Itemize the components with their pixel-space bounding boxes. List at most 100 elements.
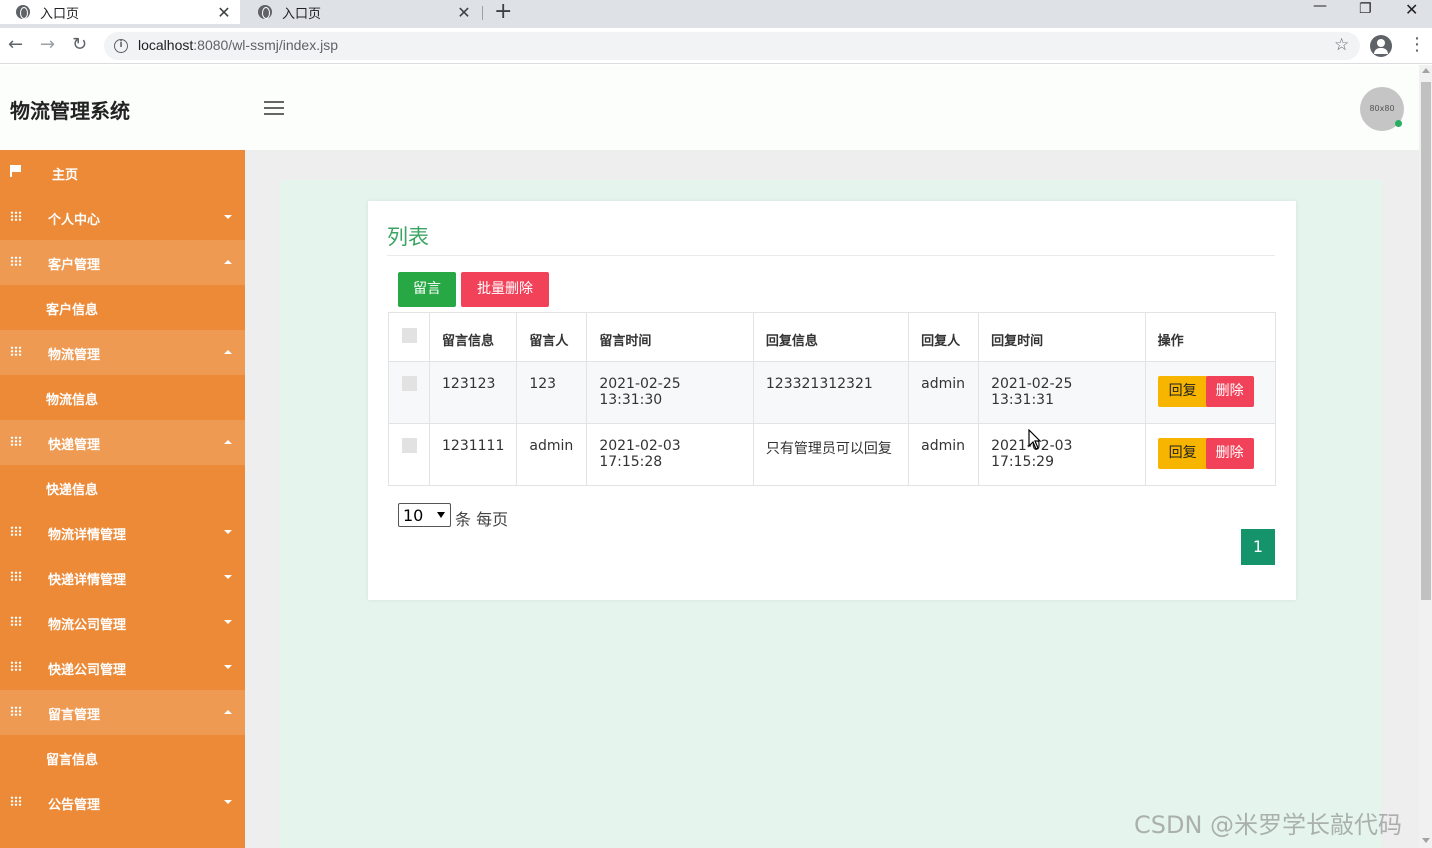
delete-button[interactable]: 删除 <box>1205 376 1254 407</box>
tab-title: 入口页 <box>40 6 80 22</box>
pagination-page-1[interactable]: 1 <box>1241 529 1275 565</box>
sidebar-item-announcements[interactable]: 公告管理 <box>0 780 245 825</box>
caret-up-icon <box>224 440 232 444</box>
online-status-dot <box>1395 120 1402 127</box>
browser-tab-active[interactable]: 入口页 ✕ <box>0 0 240 24</box>
cell-reply: 123321312321 <box>752 361 910 424</box>
batch-delete-button[interactable]: 批量删除 <box>461 272 549 307</box>
column-header: 操作 <box>1144 312 1277 362</box>
info-icon[interactable]: i <box>114 39 128 53</box>
sidebar-item-express[interactable]: 快递管理 <box>0 420 245 465</box>
page-size-value: 10 <box>403 506 424 525</box>
sidebar-subitem-message-info[interactable]: 留言信息 <box>0 735 245 780</box>
sidebar-item-label: 公告管理 <box>48 798 101 813</box>
close-window-icon[interactable]: ✕ <box>1405 0 1418 20</box>
sidebar-subitem-customer-info[interactable]: 客户信息 <box>0 285 245 330</box>
scrollbar-thumb[interactable] <box>1421 82 1431 600</box>
select-all-checkbox[interactable] <box>402 328 417 343</box>
column-header: 回复信息 <box>752 312 910 362</box>
sidebar-subitem-label: 快递信息 <box>46 483 99 498</box>
forward-icon[interactable]: → <box>40 34 55 56</box>
sidebar-item-logistics[interactable]: 物流管理 <box>0 330 245 375</box>
sidebar-subitem-label: 物流信息 <box>46 393 99 408</box>
cell-reply-time: 2021-02-25 13:31:31 <box>978 361 1146 424</box>
reply-button[interactable]: 回复 <box>1157 438 1208 469</box>
sidebar-subitem-logistics-info[interactable]: 物流信息 <box>0 375 245 420</box>
sidebar-subitem-express-info[interactable]: 快递信息 <box>0 465 245 510</box>
sidebar-item-label: 个人中心 <box>48 213 101 228</box>
sidebar-item-profile[interactable]: 个人中心 <box>0 195 245 240</box>
table-header-row: 留言信息 留言人 留言时间 回复信息 回复人 回复时间 操作 <box>388 312 1277 362</box>
sidebar-item-label: 主页 <box>52 168 79 183</box>
caret-up-icon <box>224 260 232 264</box>
watermark: CSDN @米罗学长敲代码 <box>1134 811 1403 839</box>
tab-close-icon[interactable]: ✕ <box>214 3 234 22</box>
sidebar-item-express-companies[interactable]: 快递公司管理 <box>0 645 245 690</box>
bookmark-star-icon[interactable]: ☆ <box>1334 35 1349 55</box>
column-header: 回复人 <box>908 312 980 362</box>
minimize-icon[interactable]: — <box>1313 0 1327 18</box>
row-checkbox[interactable] <box>402 438 417 453</box>
page-title: 列表 <box>387 225 429 249</box>
restore-icon[interactable]: ❐ <box>1359 1 1372 21</box>
sidebar-item-express-details[interactable]: 快递详情管理 <box>0 555 245 600</box>
list-card: 列表 留言 批量删除 留言信息 留言人 留言时间 回复信息 回复人 回复时间 操… <box>368 201 1296 600</box>
profile-icon[interactable] <box>1370 35 1392 57</box>
reload-icon[interactable]: ↻ <box>72 34 87 56</box>
sidebar-item-home[interactable]: 主页 <box>0 150 245 195</box>
cell-message: 123123 <box>428 361 518 424</box>
sidebar: 主页 个人中心 客户管理 客户信息 物流管理 物流信息 快递管理 快递信息 物流… <box>0 150 245 848</box>
sidebar-item-logistics-companies[interactable]: 物流公司管理 <box>0 600 245 645</box>
new-tab-icon[interactable]: + <box>494 1 512 23</box>
select-all-cell <box>388 312 430 362</box>
sidebar-item-messages[interactable]: 留言管理 <box>0 690 245 735</box>
reply-button[interactable]: 回复 <box>1157 376 1208 407</box>
browser-tab-inactive[interactable]: 入口页 ✕ <box>242 0 480 24</box>
sidebar-item-label: 客户管理 <box>48 258 101 273</box>
chevron-down-icon <box>437 512 445 518</box>
grid-icon <box>10 256 22 266</box>
url-text: localhost:8080/wl-ssmj/index.jsp <box>138 37 338 53</box>
caret-down-icon <box>224 530 232 534</box>
sidebar-item-label: 留言管理 <box>48 708 101 723</box>
sidebar-item-logistics-details[interactable]: 物流详情管理 <box>0 510 245 555</box>
cell-replier: admin <box>908 423 980 486</box>
sidebar-subitem-label: 客户信息 <box>46 303 99 318</box>
column-header: 留言人 <box>516 312 588 362</box>
sidebar-item-label: 物流管理 <box>48 348 101 363</box>
row-checkbox[interactable] <box>402 376 417 391</box>
app-title: 物流管理系统 <box>10 99 130 123</box>
scroll-down-arrow-icon[interactable] <box>1422 838 1430 843</box>
caret-down-icon <box>224 665 232 669</box>
url-input[interactable]: i localhost:8080/wl-ssmj/index.jsp ☆ <box>104 32 1360 60</box>
add-message-button[interactable]: 留言 <box>398 272 456 307</box>
cell-actions: 回复 删除 <box>1144 361 1277 424</box>
delete-button[interactable]: 删除 <box>1205 438 1254 469</box>
scroll-up-arrow-icon[interactable] <box>1422 68 1430 73</box>
cell-time: 2021-02-25 13:31:30 <box>586 361 754 424</box>
column-header: 回复时间 <box>978 312 1146 362</box>
sidebar-item-customers[interactable]: 客户管理 <box>0 240 245 285</box>
table-row: 1231111 admin 2021-02-03 17:15:28 只有管理员可… <box>388 423 1277 486</box>
tab-separator <box>482 6 483 20</box>
hamburger-menu-icon[interactable] <box>264 101 284 115</box>
back-icon[interactable]: ← <box>8 34 23 56</box>
cell-message: 1231111 <box>428 423 518 486</box>
page-size-select[interactable]: 10 <box>398 503 451 527</box>
app-header: 物流管理系统 80x80 <box>0 65 1419 150</box>
sidebar-item-label: 物流公司管理 <box>48 618 127 633</box>
cell-actions: 回复 删除 <box>1144 423 1277 486</box>
sidebar-item-label: 快递详情管理 <box>48 573 127 588</box>
caret-up-icon <box>224 350 232 354</box>
grid-icon <box>10 706 22 716</box>
cell-reply-time: 2021-02-03 17:15:29 <box>978 423 1146 486</box>
tab-close-icon[interactable]: ✕ <box>454 3 474 22</box>
caret-down-icon <box>224 800 232 804</box>
menu-kebab-icon[interactable]: ⋮ <box>1408 34 1426 56</box>
cell-author: 123 <box>516 361 588 424</box>
caret-up-icon <box>224 710 232 714</box>
globe-icon <box>16 5 30 19</box>
column-header: 留言时间 <box>586 312 754 362</box>
caret-down-icon <box>224 575 232 579</box>
browser-tab-strip: 入口页 ✕ 入口页 ✕ + — ❐ ✕ <box>0 0 1432 28</box>
